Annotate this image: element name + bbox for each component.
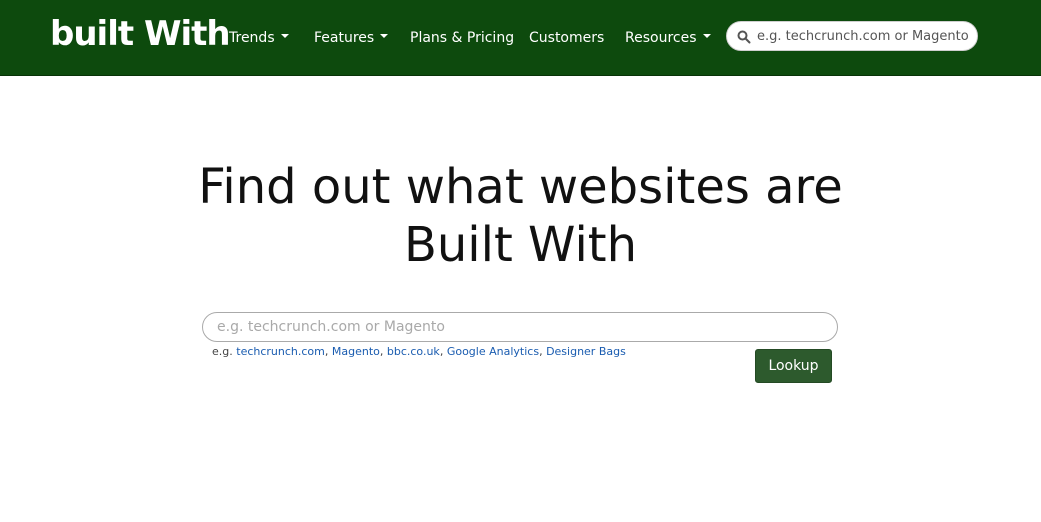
nav-customers-label: Customers [529,30,605,46]
nav-trends[interactable]: Trends [229,28,289,48]
nav-plans-pricing-label: Plans & Pricing [410,30,515,46]
search-examples: e.g. techcrunch.com, Magento, bbc.co.uk,… [212,345,626,358]
example-link-magento[interactable]: Magento [332,345,380,358]
example-link-techcrunch[interactable]: techcrunch.com [236,345,325,358]
nav-features-label: Features [314,30,375,46]
caret-down-icon [280,34,289,38]
nav-plans-pricing[interactable]: Plans & Pricing [410,28,514,48]
hero-line-1: Find out what websites are [198,159,843,215]
nav-customers[interactable]: Customers [529,28,604,48]
top-navbar: built With Trends Features Plans & Prici… [0,0,1041,76]
lookup-button[interactable]: Lookup [755,349,832,383]
main-search-input[interactable] [217,316,817,338]
builtwith-logo[interactable]: built With [50,12,231,56]
caret-down-icon [380,34,389,38]
nav-search-input[interactable] [757,25,971,47]
example-link-google-analytics[interactable]: Google Analytics [447,345,539,358]
main-search-box[interactable] [202,312,838,342]
caret-down-icon [702,34,711,38]
example-link-designer-bags[interactable]: Designer Bags [546,345,626,358]
hero-line-2: Built With [403,217,638,273]
examples-prefix: e.g. [212,345,237,358]
search-icon [737,30,751,44]
nav-features[interactable]: Features [314,28,389,48]
example-link-bbc[interactable]: bbc.co.uk [387,345,440,358]
nav-resources[interactable]: Resources [625,28,711,48]
nav-trends-label: Trends [229,30,275,46]
hero-headline: Find out what websites are Built With [0,158,1041,274]
nav-resources-label: Resources [625,30,697,46]
nav-search-box[interactable] [726,21,978,51]
